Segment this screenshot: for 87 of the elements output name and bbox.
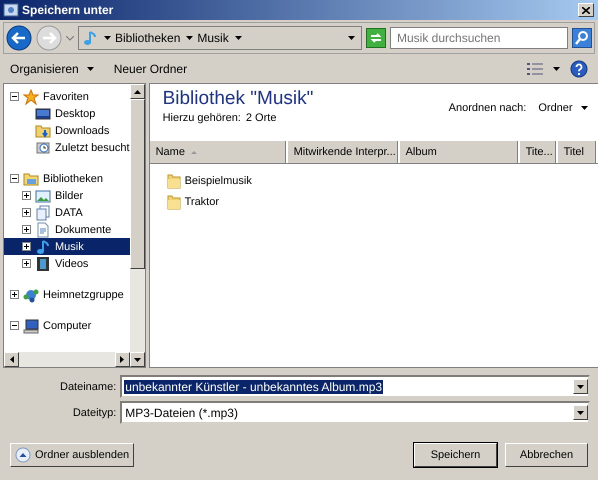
column-header[interactable]: Mitwirkende Interpr... [288, 141, 400, 163]
close-button[interactable] [578, 3, 594, 17]
arrange-label: Anordnen nach: [448, 102, 526, 114]
caret-icon[interactable] [348, 36, 355, 40]
sort-arrow-icon [190, 150, 197, 154]
caret-icon[interactable] [577, 410, 584, 414]
star-icon [23, 88, 39, 104]
expand-icon[interactable] [22, 242, 31, 251]
scrollbar[interactable] [130, 84, 145, 367]
breadcrumb[interactable]: Bibliotheken [115, 31, 180, 45]
expand-icon[interactable] [22, 208, 31, 217]
network-icon [23, 286, 39, 302]
music-note-icon [35, 238, 51, 254]
tree-item[interactable]: Desktop [4, 105, 130, 122]
window-title: Speichern unter [22, 3, 114, 17]
tree-item[interactable]: Heimnetzgruppe [4, 286, 130, 303]
column-header[interactable]: Name [150, 141, 288, 163]
film-icon [35, 256, 51, 272]
scrollbar[interactable] [4, 352, 130, 367]
folder-arrow-icon [35, 122, 51, 138]
caret-icon[interactable] [104, 36, 111, 40]
arrange-dropdown[interactable]: Ordner [538, 102, 573, 114]
field-label: Dateityp: [72, 406, 116, 418]
search-field[interactable]: Musik durchsuchen [390, 27, 568, 49]
column-header[interactable]: Titel [558, 141, 598, 163]
down-arrow-icon[interactable] [134, 358, 141, 362]
folder-icon [166, 172, 181, 188]
monitor-icon [35, 106, 51, 122]
field-label: Dateiname: [59, 380, 116, 392]
locations-link[interactable]: 2 Orte [246, 112, 276, 124]
tree-item[interactable]: Downloads [4, 122, 130, 139]
column-header[interactable]: Tite... [520, 141, 558, 163]
document-stack-icon [35, 204, 51, 220]
tree-item[interactable]: Computer [4, 317, 130, 334]
caret-icon[interactable] [234, 36, 242, 40]
tree-item[interactable]: Dokumente [4, 221, 130, 238]
folder-icon [166, 194, 181, 210]
library-title: Bibliothek "Musik" [162, 88, 314, 110]
column-header[interactable]: Album [400, 141, 520, 163]
picture-icon [35, 188, 51, 204]
caret-icon[interactable] [553, 67, 560, 71]
expand-icon[interactable] [22, 191, 31, 200]
left-arrow-icon[interactable] [10, 356, 14, 363]
includes-label: Hierzu gehören: [162, 112, 241, 124]
combo-box[interactable]: unbekannter Künstler - unbekanntes Album.mp3 [120, 375, 590, 398]
close-icon [582, 6, 590, 14]
tree-item[interactable]: Favoriten [4, 88, 130, 105]
collapse-icon[interactable] [10, 174, 19, 183]
refresh-button[interactable] [366, 28, 386, 48]
hide-folders-button[interactable]: Ordner ausblenden [10, 443, 134, 467]
expand-icon[interactable] [10, 290, 19, 299]
tree-item[interactable]: DATA [4, 204, 130, 221]
back-button[interactable] [6, 25, 32, 51]
clock-folder-icon [35, 140, 51, 156]
document-icon [35, 222, 51, 238]
tree-item[interactable]: Bibliotheken [4, 170, 130, 187]
address-bar[interactable]: Bibliotheken Musik [78, 26, 362, 50]
right-arrow-icon[interactable] [120, 356, 124, 363]
tree-item[interactable]: Musik [4, 238, 130, 255]
music-note-icon [82, 30, 98, 46]
up-chevron-icon [15, 447, 31, 463]
library-folder-icon [23, 170, 39, 186]
tree-item[interactable]: Videos [4, 255, 130, 272]
toolbar-button[interactable]: Neuer Ordner [114, 62, 188, 76]
collapse-icon[interactable] [10, 321, 19, 330]
search-icon[interactable] [572, 28, 592, 48]
computer-icon [23, 318, 39, 334]
file-name[interactable]: Beispielmusik [184, 174, 252, 186]
combo-box[interactable]: MP3-Dateien (*.mp3) [120, 401, 590, 424]
caret-icon[interactable] [577, 384, 584, 388]
caret-icon [86, 67, 94, 71]
toolbar-button[interactable]: Organisieren [10, 62, 94, 76]
tree-item[interactable]: Zuletzt besucht [4, 139, 130, 156]
expand-icon[interactable] [22, 225, 31, 234]
view-list-icon[interactable] [527, 62, 543, 76]
up-arrow-icon[interactable] [134, 90, 141, 94]
expand-icon[interactable] [22, 259, 31, 268]
help-icon[interactable] [570, 60, 588, 78]
caret-icon[interactable] [186, 36, 194, 40]
dialog-button[interactable]: Speichern [414, 443, 497, 467]
tree-item[interactable]: Bilder [4, 187, 130, 204]
dialog-button[interactable]: Abbrechen [505, 443, 588, 467]
breadcrumb[interactable]: Musik [197, 31, 229, 45]
collapse-icon[interactable] [10, 92, 19, 101]
file-name[interactable]: Traktor [184, 196, 220, 208]
window-icon [3, 2, 19, 18]
caret-icon[interactable] [580, 106, 588, 110]
